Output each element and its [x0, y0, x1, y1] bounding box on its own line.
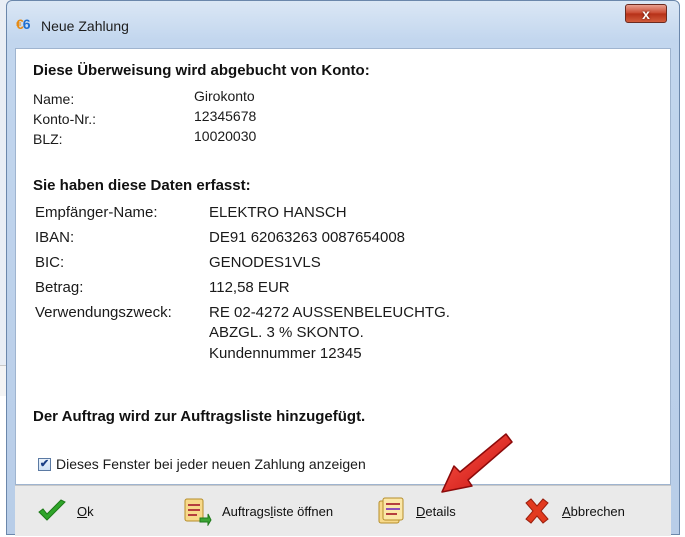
ok-accesskey: O	[77, 503, 88, 519]
captured-heading: Sie haben diese Daten erfasst:	[33, 177, 251, 194]
cancel-x-icon	[525, 498, 549, 524]
app-icon: €6	[16, 16, 31, 32]
cancel-button[interactable]: Abbrechen	[522, 486, 625, 536]
show-window-label[interactable]: Dieses Fenster bei jeder neuen Zahlung a…	[56, 456, 366, 472]
order-notice: Der Auftrag wird zur Auftragsliste hinzu…	[33, 408, 366, 425]
red-pointer-arrow-icon	[441, 433, 513, 493]
purpose-label: Verwendungszweck:	[35, 304, 172, 321]
debit-blz-label: BLZ:	[33, 131, 63, 147]
debit-account-label: Konto-Nr.:	[33, 111, 97, 127]
details-label-rest: etails	[425, 503, 456, 519]
purpose-value-line2: ABZGL. 3 % SKONTO.	[209, 324, 364, 341]
button-bar: Ok Auftragsliste öffnen Details Abbreche…	[15, 485, 671, 536]
purpose-value-line3: Kundennummer 12345	[209, 345, 362, 362]
dialog-window: €6 Neue Zahlung x Diese Überweisung wird…	[6, 0, 680, 536]
recipient-value: ELEKTRO HANSCH	[209, 204, 347, 221]
window-title: Neue Zahlung	[41, 18, 129, 34]
title-bar[interactable]: €6 Neue Zahlung x	[7, 1, 679, 43]
checkmark-icon: ✔	[39, 458, 50, 470]
cancel-accesskey: A	[562, 503, 571, 519]
debit-blz-value: 10020030	[194, 128, 257, 144]
debit-name-value: Girokonto	[194, 88, 255, 104]
ok-label-rest: k	[87, 503, 94, 519]
iban-label: IBAN:	[35, 229, 75, 246]
checkmark-green-icon	[38, 499, 66, 521]
dialog-content: Diese Überweisung wird abgebucht von Kon…	[15, 48, 671, 485]
list-label-pre: Auftrags	[222, 503, 271, 519]
iban-value: DE91 62063263 0087654008	[209, 229, 406, 246]
open-order-list-button[interactable]: Auftragsliste öffnen	[182, 486, 333, 536]
purpose-value-line1: RE 02-4272 AUSSENBELEUCHTG.	[209, 304, 450, 321]
amount-label: Betrag:	[35, 279, 84, 296]
recipient-label: Empfänger-Name:	[35, 204, 158, 221]
show-window-checkbox[interactable]: ✔	[38, 458, 51, 471]
bic-value: GENODES1VLS	[209, 254, 321, 271]
cancel-label-rest: bbrechen	[570, 503, 625, 519]
ok-button[interactable]: Ok	[37, 486, 94, 536]
debit-name-label: Name:	[33, 91, 75, 107]
amount-value: 112,58 EUR	[209, 279, 290, 296]
bic-label: BIC:	[35, 254, 65, 271]
close-button[interactable]: x	[625, 4, 667, 23]
details-icon	[378, 497, 404, 524]
details-accesskey: D	[416, 503, 426, 519]
list-label-rest: iste öffnen	[273, 503, 334, 519]
close-icon: x	[642, 5, 650, 22]
debit-heading: Diese Überweisung wird abgebucht von Kon…	[33, 62, 370, 79]
order-list-icon	[184, 498, 212, 526]
debit-account-value: 12345678	[194, 108, 257, 124]
